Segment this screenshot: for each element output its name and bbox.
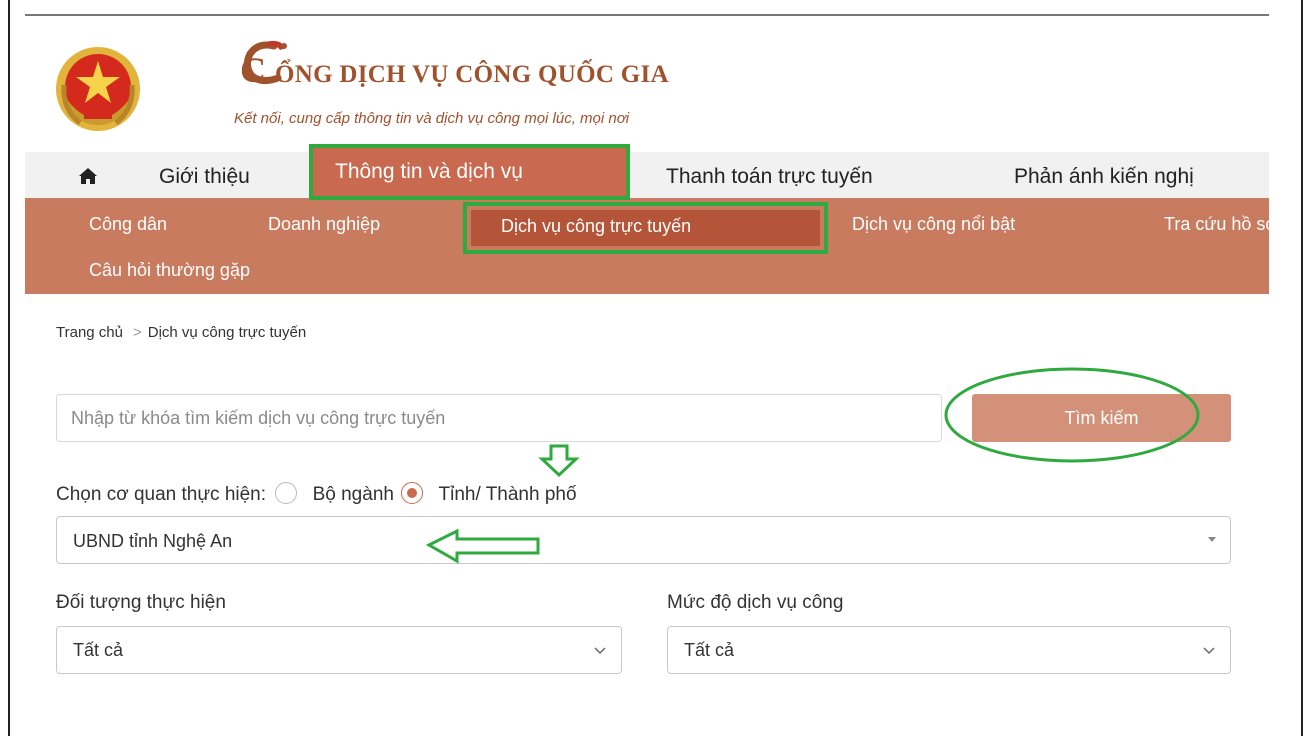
national-emblem-icon <box>56 47 140 131</box>
portal-slogan: Kết nối, cung cấp thông tin và dịch vụ c… <box>234 110 630 127</box>
nav-item-thong-tin-dich-vu[interactable]: Thông tin và dịch vụ <box>309 144 630 200</box>
target-filter-value: Tất cả <box>73 640 124 660</box>
home-icon[interactable] <box>78 167 98 185</box>
breadcrumb: Trang chủ > Dịch vụ công trực tuyến <box>56 324 306 341</box>
portal-title-initial: C <box>240 50 267 90</box>
radio-bo-nganh[interactable] <box>275 482 298 504</box>
nav-item-gioi-thieu[interactable]: Giới thiệu <box>159 152 250 198</box>
chevron-down-icon <box>594 647 606 655</box>
subnav-item-cau-hoi[interactable]: Câu hỏi thường gặp <box>89 260 250 281</box>
main-nav: Giới thiệu Thanh toán trực tuyến Phản án… <box>25 152 1269 198</box>
nav-item-label: Thông tin và dịch vụ <box>335 160 523 183</box>
nav-item-thanh-toan[interactable]: Thanh toán trực tuyến <box>666 152 873 198</box>
portal-title: C ỔNG DỊCH VỤ CÔNG QUỐC GIA <box>240 50 669 90</box>
annotation-ellipse <box>944 367 1200 463</box>
caret-down-icon <box>1208 537 1216 542</box>
subnav-item-cong-dan[interactable]: Công dân <box>89 214 167 235</box>
subnav-item-dich-vu-cong-truc-tuyen[interactable]: Dịch vụ công trực tuyến <box>463 202 828 254</box>
chevron-down-icon <box>1203 647 1215 655</box>
breadcrumb-current: Dịch vụ công trực tuyến <box>147 324 307 341</box>
breadcrumb-home[interactable]: Trang chủ <box>56 324 123 341</box>
subnav-item-noi-bat[interactable]: Dịch vụ công nổi bật <box>852 214 1015 235</box>
agency-select-value: UBND tỉnh Nghệ An <box>73 531 233 551</box>
agency-select[interactable]: UBND tỉnh Nghệ An <box>56 516 1231 564</box>
annotation-arrow-down-icon <box>538 444 580 478</box>
level-filter-value: Tất cả <box>684 640 735 660</box>
breadcrumb-separator: > <box>132 324 142 341</box>
radio-label-tinh-thanh-pho[interactable]: Tỉnh/ Thành phố <box>439 484 577 505</box>
agency-selector: Chọn cơ quan thực hiện: Bộ ngành Tỉnh/ T… <box>56 482 577 508</box>
nav-item-phan-anh[interactable]: Phản ánh kiến nghị <box>1014 152 1194 198</box>
target-filter-select[interactable]: Tất cả <box>56 626 622 674</box>
target-filter-label: Đối tượng thực hiện <box>56 592 226 613</box>
level-filter-label: Mức độ dịch vụ công <box>667 592 844 613</box>
level-filter-select[interactable]: Tất cả <box>667 626 1231 674</box>
agency-label: Chọn cơ quan thực hiện: <box>56 484 267 505</box>
subnav-item-label: Dịch vụ công trực tuyến <box>501 216 692 236</box>
radio-tinh-thanh-pho[interactable] <box>401 482 424 504</box>
search-input[interactable] <box>56 394 942 442</box>
subnav-item-tra-cuu[interactable]: Tra cứu hồ sơ <box>1164 214 1269 235</box>
radio-label-bo-nganh[interactable]: Bộ ngành <box>313 484 394 505</box>
annotation-arrow-left-icon <box>426 528 540 564</box>
subnav-item-doanh-nghiep[interactable]: Doanh nghiệp <box>268 214 380 235</box>
portal-title-text: ỔNG DỊCH VỤ CÔNG QUỐC GIA <box>275 61 669 88</box>
top-divider <box>25 14 1269 16</box>
